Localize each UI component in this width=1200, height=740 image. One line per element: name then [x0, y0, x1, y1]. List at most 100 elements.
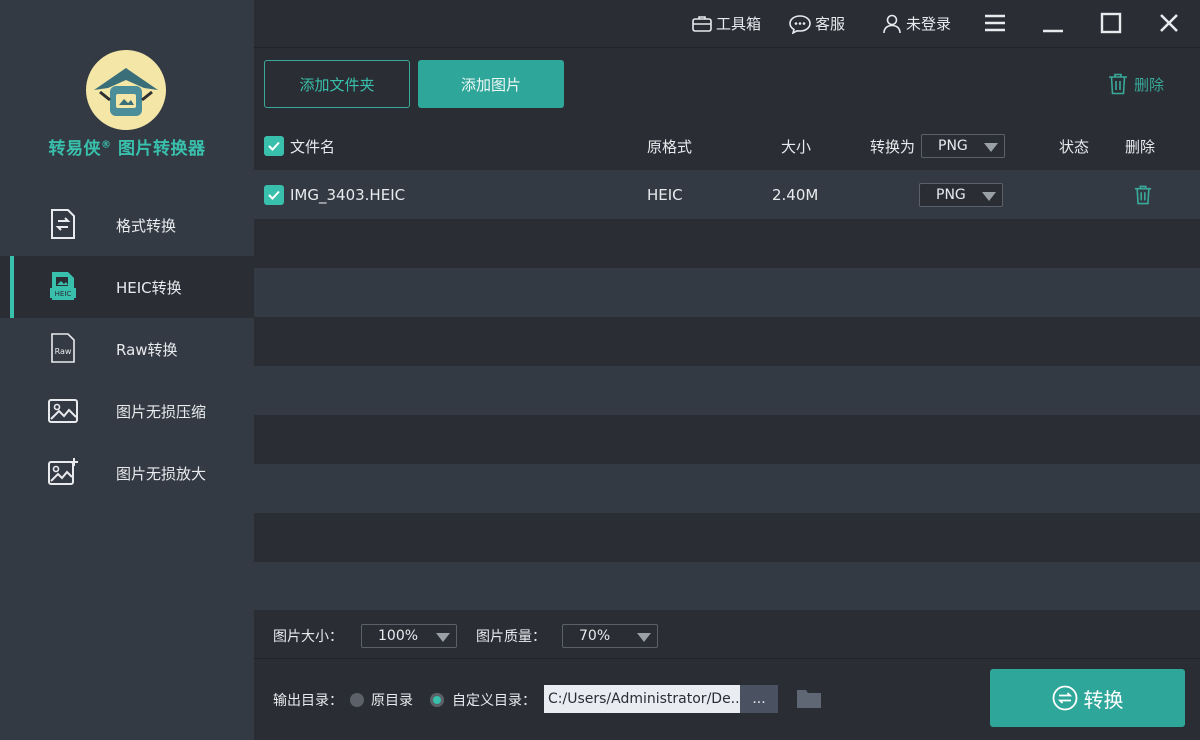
empty-row — [254, 562, 1200, 611]
image-size-value: 100% — [378, 628, 419, 644]
check-icon — [268, 141, 280, 151]
sidebar-nav: 格式转换 HEIC HEIC转换 Raw Raw转换 图片无损压缩 图片无损放大 — [0, 194, 254, 504]
convert-all-value: PNG — [938, 138, 968, 154]
raw-badge-text: Raw — [55, 347, 72, 356]
close-icon[interactable] — [1158, 12, 1182, 36]
brand-title: 转易侠® 图片转换器 — [0, 134, 254, 159]
sidebar-item-label: 图片无损压缩 — [116, 402, 207, 421]
sidebar-item-format-convert[interactable]: 格式转换 — [0, 194, 254, 256]
brand-suffix: 图片转换器 — [117, 139, 206, 159]
toolbox-button[interactable]: 工具箱 — [692, 13, 761, 34]
image-size-label: 图片大小： — [273, 629, 343, 645]
empty-row — [254, 415, 1200, 464]
custom-dir-label: 自定义目录： — [452, 693, 536, 709]
image-enlarge-icon — [48, 457, 78, 487]
row-target-value: PNG — [936, 186, 966, 203]
image-settings: 图片大小： 100% 图片质量： 70% — [254, 610, 1200, 658]
quality-label: 图片质量： — [476, 629, 546, 645]
sidebar-item-label: 格式转换 — [116, 216, 177, 235]
check-icon — [268, 190, 280, 200]
sidebar-item-label: Raw转换 — [116, 340, 178, 359]
minimize-icon[interactable] — [1042, 12, 1066, 36]
trash-icon — [1109, 73, 1127, 95]
radio-selected-dot — [433, 696, 441, 704]
radio-original-dir[interactable] — [350, 693, 364, 707]
empty-row — [254, 464, 1200, 513]
header-source-format: 原格式 — [647, 137, 693, 156]
header-size: 大小 — [781, 137, 812, 156]
service-button[interactable]: 客服 — [789, 13, 845, 34]
header-status: 状态 — [1059, 137, 1090, 156]
add-folder-button[interactable]: 添加文件夹 — [264, 60, 410, 108]
heic-badge-text: HEIC — [55, 290, 72, 298]
browse-path-button[interactable]: ... — [740, 685, 778, 713]
row-delete-cell — [1134, 170, 1152, 219]
table-header: 文件名 原格式 大小 转换为 PNG 状态 删除 — [254, 122, 1200, 170]
format-convert-icon — [48, 209, 78, 239]
toolbox-label: 工具箱 — [716, 15, 762, 33]
radio-custom-dir[interactable] — [430, 693, 444, 707]
quality-value: 70% — [579, 628, 611, 644]
image-size-dropdown[interactable]: 100% — [361, 624, 457, 648]
dropdown-arrow-icon — [637, 633, 651, 642]
dropdown-arrow-icon — [436, 633, 450, 642]
select-all-cell — [264, 122, 284, 170]
sidebar-item-label: 图片无损放大 — [116, 464, 207, 483]
row-filename: IMG_3403.HEIC — [290, 185, 406, 204]
image-compress-icon — [48, 395, 78, 425]
empty-row — [254, 268, 1200, 317]
row-format: HEIC — [647, 185, 683, 204]
convert-label: 转换 — [1083, 687, 1124, 712]
user-icon — [883, 14, 901, 33]
sidebar: 转易侠® 图片转换器 格式转换 HEIC HEIC转换 Raw Raw转换 图片 — [0, 0, 254, 740]
brand-name: 转易侠 — [48, 139, 102, 159]
original-dir-label: 原目录 — [371, 693, 413, 709]
dropdown-arrow-icon — [982, 191, 996, 201]
row-checkbox[interactable] — [264, 184, 284, 205]
registered-mark: ® — [101, 139, 112, 151]
delete-label: 删除 — [1134, 75, 1165, 94]
sidebar-item-image-enlarge[interactable]: 图片无损放大 — [0, 442, 254, 504]
convert-all-dropdown[interactable]: PNG — [921, 134, 1005, 158]
sidebar-item-heic-convert[interactable]: HEIC HEIC转换 — [0, 256, 254, 318]
heic-icon: HEIC — [48, 271, 78, 301]
quality-dropdown[interactable]: 70% — [562, 624, 658, 648]
output-path-input[interactable]: C:/Users/Administrator/De... — [544, 685, 740, 713]
raw-file-icon: Raw — [48, 333, 78, 363]
login-label: 未登录 — [906, 15, 952, 33]
sidebar-item-label: HEIC转换 — [116, 278, 182, 297]
convert-icon — [1052, 685, 1077, 711]
empty-row — [254, 513, 1200, 562]
header-delete: 删除 — [1125, 137, 1156, 156]
service-label: 客服 — [815, 15, 846, 33]
title-bar: 工具箱 客服 未登录 — [254, 0, 1200, 48]
row-checkbox-cell — [264, 170, 284, 219]
toolbox-icon — [692, 15, 712, 32]
file-table: 文件名 原格式 大小 转换为 PNG 状态 删除 IMG_3403.HEIC H… — [254, 122, 1200, 611]
trash-icon[interactable] — [1134, 185, 1152, 205]
empty-row — [254, 219, 1200, 268]
dropdown-arrow-icon — [984, 143, 998, 152]
output-dir-label: 输出目录： — [273, 693, 343, 709]
table-row[interactable]: IMG_3403.HEIC HEIC 2.40M PNG — [254, 170, 1200, 219]
delete-selected-button[interactable]: 删除 — [1108, 73, 1164, 95]
select-all-checkbox[interactable] — [264, 136, 284, 156]
empty-row — [254, 366, 1200, 415]
sidebar-item-raw-convert[interactable]: Raw Raw转换 — [0, 318, 254, 380]
convert-button[interactable]: 转换 — [990, 669, 1185, 727]
add-image-button[interactable]: 添加图片 — [418, 60, 564, 108]
header-filename: 文件名 — [290, 137, 336, 156]
empty-row — [254, 317, 1200, 366]
row-size: 2.40M — [772, 185, 819, 204]
sidebar-item-image-compress[interactable]: 图片无损压缩 — [0, 380, 254, 442]
login-button[interactable]: 未登录 — [882, 13, 951, 34]
header-convert-to: 转换为 — [870, 137, 916, 156]
menu-icon[interactable] — [984, 12, 1008, 36]
folder-icon[interactable] — [796, 687, 822, 713]
app-logo — [86, 50, 166, 130]
maximize-icon[interactable] — [1100, 12, 1124, 36]
convert-all-dropdown-cell: PNG — [921, 122, 1005, 170]
chat-icon — [789, 14, 811, 34]
row-target-dropdown[interactable]: PNG — [919, 182, 1003, 207]
row-target-cell: PNG — [919, 170, 1003, 219]
